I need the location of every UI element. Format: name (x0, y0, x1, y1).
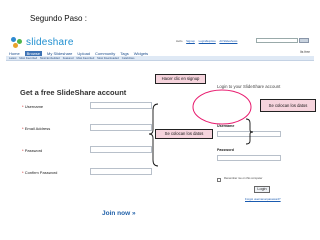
username-field[interactable] (90, 102, 152, 109)
subnav-item[interactable]: Most Favorited (76, 57, 94, 60)
username-label-text: Username (24, 104, 44, 109)
username-label: * Username (22, 104, 43, 109)
confirm-password-field[interactable] (90, 168, 152, 175)
data-callout-left: Se colocan los datos (155, 129, 213, 139)
sub-nav: Latest Most Favorited Most Embedded Feat… (6, 56, 314, 61)
subnav-item[interactable]: Celebrities (122, 57, 135, 60)
nav-right-note: Its free (299, 50, 310, 54)
required-mark: * (22, 104, 24, 109)
subnav-item[interactable]: Most Embedded (40, 57, 60, 60)
signup-link[interactable]: Signup (186, 39, 195, 43)
password-field[interactable] (90, 146, 152, 153)
login-title: Login to your SlideShare account (217, 84, 281, 89)
signup-callout: Hacer clic en signup (155, 74, 206, 84)
required-mark: * (22, 148, 24, 153)
remember-me-checkbox[interactable] (217, 178, 221, 182)
login-password-label: Password (217, 148, 234, 152)
nav-upload[interactable]: Upload (77, 51, 90, 56)
logo-text: slideshare (26, 36, 74, 48)
all-slideshows-link[interactable]: All Slideshows (219, 39, 237, 43)
subnav-item[interactable]: Most Downloaded (97, 57, 119, 60)
slideshare-logo-icon (10, 35, 24, 49)
required-mark: * (22, 170, 24, 175)
nav-home[interactable]: Home (9, 51, 20, 56)
confirm-password-label: * Confirm Password (22, 170, 57, 175)
forgot-password-link[interactable]: Forgot username/password? (245, 197, 281, 201)
nav-community[interactable]: Community (95, 51, 115, 56)
remember-me-label: Remember me on this computer (224, 177, 263, 180)
subnav-item[interactable]: Latest (9, 57, 16, 60)
signup-title: Get a free SlideShare account (20, 88, 127, 97)
join-now-button[interactable]: Join now » (102, 210, 136, 217)
email-label-text: Email Address (24, 126, 51, 131)
top-link-hello: Hello (176, 39, 183, 43)
nav-widgets[interactable]: Widgets (134, 51, 148, 56)
login-explore-link[interactable]: Login/Explore (199, 39, 216, 43)
email-label: * Email Address (22, 126, 50, 131)
step-caption: Segundo Paso : (30, 14, 87, 23)
login-password-field[interactable] (217, 155, 281, 161)
search-button[interactable] (299, 38, 309, 43)
slideshare-logo[interactable]: slideshare (10, 35, 74, 49)
required-mark: * (22, 126, 24, 131)
nav-browse[interactable]: Browse (24, 50, 43, 56)
nav-tags[interactable]: Tags (120, 51, 128, 56)
nav-my-slideshare[interactable]: My Slideshare (47, 51, 72, 56)
subnav-item[interactable]: Featured (63, 57, 74, 60)
login-button[interactable]: Login (254, 186, 270, 193)
email-field[interactable] (90, 124, 152, 131)
password-label-text: Password (24, 148, 43, 153)
login-username-label: Username (217, 124, 235, 128)
confirm-password-label-text: Confirm Password (24, 170, 58, 175)
password-label: * Password (22, 148, 42, 153)
subnav-item[interactable]: Most Favorited (19, 57, 37, 60)
search-input[interactable] (256, 38, 298, 43)
top-links: Hello Signup Login/Explore All Slideshow… (176, 39, 240, 43)
login-username-field[interactable] (217, 131, 281, 137)
data-callout-right: Se colocan los datos (260, 99, 316, 112)
